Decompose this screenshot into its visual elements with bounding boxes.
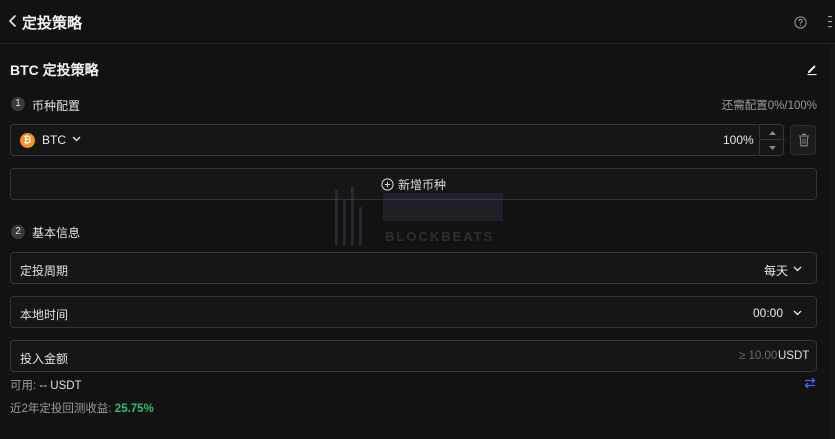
period-value: 每天	[764, 264, 789, 278]
period-select[interactable]: 定投周期 每天	[10, 252, 817, 284]
amount-label: 投入金额	[20, 352, 69, 366]
available-value: -- USDT	[39, 380, 82, 392]
question-circle-icon[interactable]	[794, 16, 807, 29]
page-title: 定投策略	[22, 15, 83, 32]
stepper-up-button[interactable]	[760, 125, 785, 140]
stepper-down-button[interactable]	[760, 140, 785, 155]
edit-pencil-icon[interactable]	[805, 62, 819, 76]
step-badge-1: 1	[11, 97, 25, 111]
amount-unit: USDT	[778, 350, 810, 362]
btc-coin-icon: ₿	[20, 133, 35, 148]
more-vertical-icon[interactable]	[827, 14, 833, 30]
top-bar: 定投策略	[0, 0, 835, 44]
section-label-coin-config: 币种配置	[32, 99, 81, 113]
remaining-allocation: 还需配置0%/100%	[721, 100, 817, 112]
strategy-name: BTC 定投策略	[10, 62, 99, 78]
scrollbar[interactable]	[830, 44, 835, 439]
chevron-left-icon[interactable]	[8, 13, 18, 29]
backtest-value: 25.75%	[114, 403, 154, 415]
time-label: 本地时间	[20, 308, 69, 322]
step-badge-2: 2	[11, 225, 25, 239]
coin-allocation-row: ₿ BTC 100%	[10, 124, 785, 156]
time-select[interactable]: 本地时间 00:00	[10, 296, 817, 328]
swap-arrows-icon[interactable]	[803, 376, 817, 390]
backtest-label: 近2年定投回测收益:	[10, 403, 112, 415]
blockbeats-watermark-logo: BLOCKBEATS	[335, 187, 503, 245]
coin-percent-input[interactable]: 100%	[723, 133, 754, 147]
watermark-text: BLOCKBEATS	[385, 229, 494, 244]
caret-up-icon	[769, 131, 776, 135]
period-label: 定投周期	[20, 264, 69, 278]
chevron-down-icon[interactable]	[72, 136, 81, 142]
chevron-down-icon	[793, 266, 802, 272]
amount-placeholder: ≥ 10.00	[739, 350, 778, 362]
amount-input[interactable]: 投入金额 ≥ 10.00 USDT	[10, 340, 817, 372]
trash-icon	[799, 133, 809, 147]
time-value: 00:00	[753, 306, 784, 320]
available-label: 可用:	[10, 380, 37, 392]
delete-coin-button[interactable]	[790, 125, 816, 155]
percent-stepper	[759, 125, 785, 155]
chevron-down-icon	[793, 310, 802, 316]
coin-select[interactable]: BTC	[42, 133, 66, 147]
backtest-return: 近2年定投回测收益: 25.75%	[10, 400, 154, 416]
section-label-basic-info: 基本信息	[32, 226, 81, 240]
caret-down-icon	[769, 146, 776, 150]
available-balance: 可用: -- USDT	[10, 377, 82, 393]
